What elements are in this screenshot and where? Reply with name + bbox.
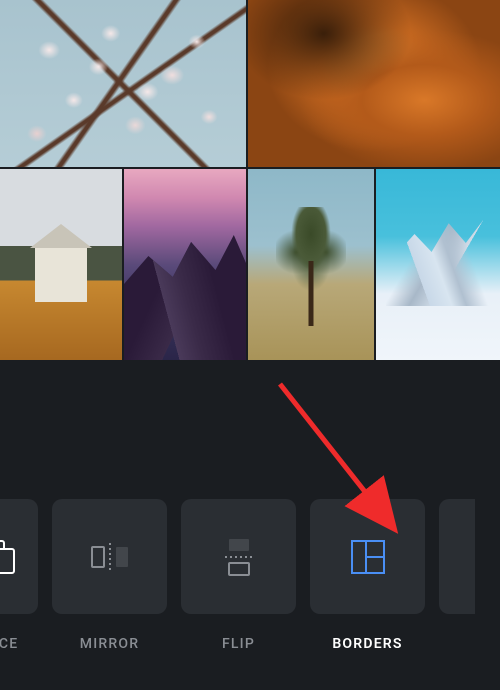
gallery-row — [0, 169, 500, 361]
flip-label: FLIP — [222, 636, 255, 652]
flip-tool: FLIP — [181, 499, 296, 652]
borders-icon — [346, 535, 390, 579]
photo-gallery — [0, 0, 500, 361]
next-tool-partial: X — [439, 499, 475, 652]
flip-button[interactable] — [181, 499, 296, 614]
gallery-photo[interactable] — [124, 169, 246, 361]
mirror-tool: MIRROR — [52, 499, 167, 652]
editor-toolbar: LACE MIRROR FLIP — [0, 360, 500, 690]
borders-label: BORDERS — [332, 636, 402, 652]
gallery-photo[interactable] — [0, 169, 122, 361]
mirror-icon — [88, 535, 132, 579]
mirror-button[interactable] — [52, 499, 167, 614]
next-tool-button[interactable] — [439, 499, 475, 614]
gallery-row — [0, 0, 500, 167]
replace-tool: LACE — [0, 499, 38, 652]
gallery-photo[interactable] — [248, 169, 374, 361]
tool-strip: LACE MIRROR FLIP — [0, 499, 500, 652]
gallery-photo[interactable] — [0, 0, 246, 167]
mirror-label: MIRROR — [80, 636, 140, 652]
gallery-photo[interactable] — [376, 169, 500, 361]
gallery-photo[interactable] — [248, 0, 500, 167]
borders-tool: BORDERS — [310, 499, 425, 652]
replace-button[interactable] — [0, 499, 38, 614]
flip-icon — [217, 535, 261, 579]
replace-label: LACE — [0, 636, 18, 652]
borders-button[interactable] — [310, 499, 425, 614]
replace-icon — [0, 535, 24, 579]
